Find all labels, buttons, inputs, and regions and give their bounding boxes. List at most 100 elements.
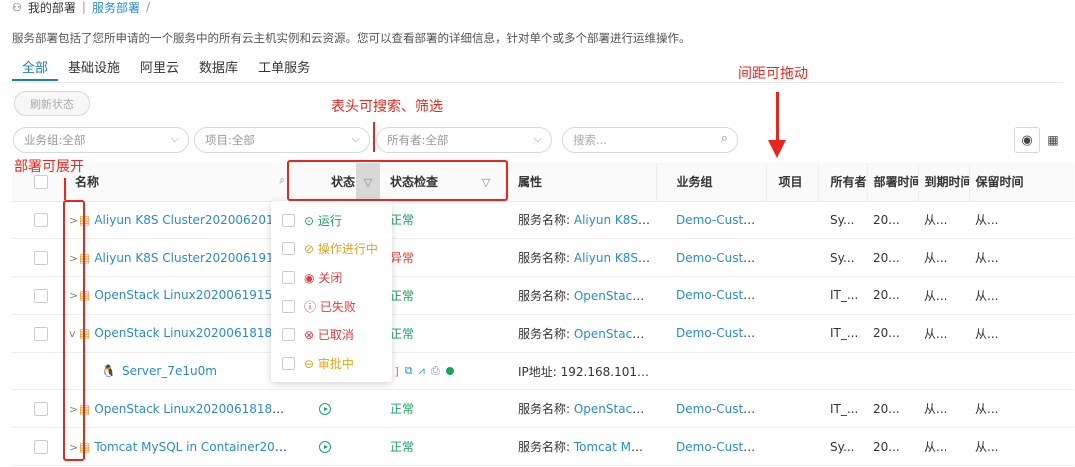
online-status-icon — [445, 367, 454, 376]
expire-time: 从... — [924, 251, 948, 266]
remote-desktop-icon[interactable]: ⧉ — [405, 364, 413, 378]
column-header-name[interactable]: 名称 ⌕ — [67, 163, 293, 202]
tab-all[interactable]: 全部 — [12, 53, 59, 81]
column-header-retain-time[interactable]: 保留时间 — [968, 163, 1074, 202]
owner: Sy... — [830, 250, 855, 265]
attr-value[interactable]: Aliyun K8S C... — [574, 251, 656, 265]
column-visibility-button[interactable]: ◉ — [1014, 127, 1040, 153]
business-group[interactable]: Demo-Customer — [676, 440, 766, 454]
attr-value[interactable]: Aliyun K8S C... — [574, 213, 656, 227]
column-header-attr[interactable]: 属性 — [498, 163, 656, 202]
option-checkbox[interactable] — [282, 242, 295, 256]
status-filter-option-failed[interactable]: ⓘ 已失败 — [271, 292, 392, 321]
business-group[interactable]: Demo-Customer — [676, 402, 766, 416]
table-row[interactable]: >▤ Aliyun K8S Cluster202006191 异常 服务名称: A… — [12, 238, 1074, 278]
status-filter-option-cancelled[interactable]: ⊗ 已取消 — [271, 320, 392, 349]
status-filter-option-approving[interactable]: ⊖ 审批中 — [271, 349, 392, 378]
table-row[interactable]: >▤OpenStack Linux202006181822030... 正常 服… — [12, 389, 1074, 429]
alert-circle-icon: ⓘ — [304, 299, 317, 314]
refresh-status-button[interactable]: 刷新状态 — [14, 91, 90, 116]
status-check-value: 正常 — [390, 440, 415, 455]
running-status-icon — [319, 403, 331, 416]
storage-icon[interactable]: ⎙ — [431, 364, 440, 378]
deployment-name[interactable]: OpenStack Linux2020061915 — [94, 288, 272, 302]
project-filter-select[interactable]: 项目:全部 ⌵ — [194, 127, 370, 153]
business-group[interactable]: Demo-Customer — [676, 326, 766, 340]
attr-key: 服务名称: — [518, 402, 574, 417]
density-toggle-button[interactable]: ▦ — [1043, 127, 1063, 153]
business-group[interactable]: Demo-Customer — [676, 288, 766, 302]
column-search-icon[interactable]: ⌕ — [279, 175, 285, 186]
owner-filter-value: 所有者:全部 — [387, 133, 449, 147]
select-all-checkbox[interactable] — [34, 175, 48, 189]
status-check-value: 正常 — [390, 326, 415, 341]
group-filter-select[interactable]: 业务组:全部 ⌵ — [13, 127, 189, 153]
running-status-icon — [319, 441, 331, 454]
row-checkbox[interactable] — [34, 213, 48, 228]
project-filter-value: 项目:全部 — [205, 133, 255, 147]
row-checkbox[interactable] — [34, 288, 48, 303]
tab-ticket-service[interactable]: 工单服务 — [248, 53, 320, 81]
option-checkbox[interactable] — [282, 270, 295, 284]
column-header-project[interactable]: 项目 — [765, 163, 818, 202]
table-row[interactable]: v ▤ OpenStack Linux2020061818 正常 服务名称: Ope… — [12, 314, 1074, 353]
ip-address: IP地址: 192.168.101.102 — [518, 364, 656, 379]
attr-value[interactable]: Tomcat MyS... — [574, 440, 656, 454]
table-row[interactable]: >▤Tomcat MySQL in Container202006... 正常 … — [12, 427, 1074, 467]
deployment-name[interactable]: Tomcat MySQL in Container202006... — [94, 440, 293, 454]
option-checkbox[interactable] — [282, 328, 295, 342]
status-filter-option-closed[interactable]: ◉ 关闭 — [271, 263, 392, 292]
chevron-down-icon: ⌵ — [351, 132, 360, 145]
annotation-box-header — [287, 160, 508, 201]
column-header-deploy-time[interactable]: 部署时间 — [866, 163, 918, 202]
row-checkbox[interactable] — [34, 439, 48, 454]
business-group[interactable]: Demo-Customer — [676, 251, 766, 265]
status-filter-option-in-progress[interactable]: ⊘ 操作进行中 — [271, 235, 392, 264]
annotation-searchable: 表头可搜索、筛选 — [331, 99, 443, 115]
table-row[interactable]: >▤ OpenStack Linux2020061915 正常 服务名称: Ope… — [12, 276, 1074, 315]
breadcrumb-current[interactable]: 服务部署 — [92, 0, 140, 16]
row-checkbox[interactable] — [34, 326, 48, 341]
expire-time: 从... — [924, 402, 948, 417]
option-checkbox[interactable] — [282, 213, 295, 227]
column-header-owner[interactable]: 所有者. — [817, 163, 867, 202]
stop-circle-icon: ◉ — [304, 270, 315, 285]
attr-value[interactable]: OpenStack L... — [574, 327, 656, 341]
tab-aliyun[interactable]: 阿里云 — [130, 53, 189, 81]
column-header-group[interactable]: 业务组 — [655, 163, 766, 202]
deploy-time: 20... — [873, 250, 900, 265]
breadcrumb-root[interactable]: 我的部署 — [28, 0, 76, 16]
attr-key: 服务名称: — [518, 288, 574, 303]
business-group[interactable]: Demo-Customer — [676, 213, 766, 227]
deployment-name[interactable]: OpenStack Linux202006181822030... — [94, 402, 293, 416]
row-checkbox[interactable] — [34, 250, 48, 265]
option-checkbox[interactable] — [282, 299, 295, 313]
deployment-name[interactable]: OpenStack Linux2020061818 — [94, 326, 272, 340]
table-row[interactable]: >▤ Aliyun K8S Cluster202006201 正常 服务名称: A… — [12, 201, 1074, 240]
expire-time: 从... — [924, 213, 948, 228]
deployment-name[interactable]: Aliyun K8S Cluster202006201 — [94, 213, 273, 227]
option-checkbox[interactable] — [282, 356, 295, 370]
attr-key: 服务名称: — [518, 251, 574, 266]
child-row[interactable]: 🐧 Server_7e1u0m [ ] ⧉ ⩘ ⎙ IP地址: 192.168.1… — [12, 352, 1074, 391]
status-filter-option-running[interactable]: ⊙ 运行 — [271, 206, 392, 235]
owner-filter-select[interactable]: 所有者:全部 ⌵ — [376, 127, 552, 153]
monitor-chart-icon[interactable]: ⩘ — [419, 364, 425, 378]
deployment-name[interactable]: Aliyun K8S Cluster202006191 — [94, 251, 273, 265]
tab-infrastructure[interactable]: 基础设施 — [58, 53, 130, 81]
search-input[interactable]: 搜索... ⌕ — [562, 127, 738, 153]
deploy-time: 20... — [873, 288, 900, 303]
deploy-time: 20... — [873, 326, 900, 341]
attr-value[interactable]: OpenStack L... — [574, 289, 656, 303]
attr-value[interactable]: OpenStack L... — [574, 402, 656, 416]
server-name[interactable]: Server_7e1u0m — [122, 364, 217, 378]
annotation-arrow — [64, 178, 66, 200]
column-header-expire-time[interactable]: 到期时间 — [917, 163, 969, 202]
group-filter-value: 业务组:全部 — [24, 133, 86, 147]
chevron-down-icon: ⌵ — [170, 132, 179, 145]
tab-database[interactable]: 数据库 — [189, 53, 248, 81]
retain-time: 从... — [975, 288, 999, 303]
annotation-draggable: 间距可拖动 — [738, 66, 808, 82]
search-placeholder: 搜索... — [573, 133, 607, 147]
row-checkbox[interactable] — [34, 402, 48, 417]
